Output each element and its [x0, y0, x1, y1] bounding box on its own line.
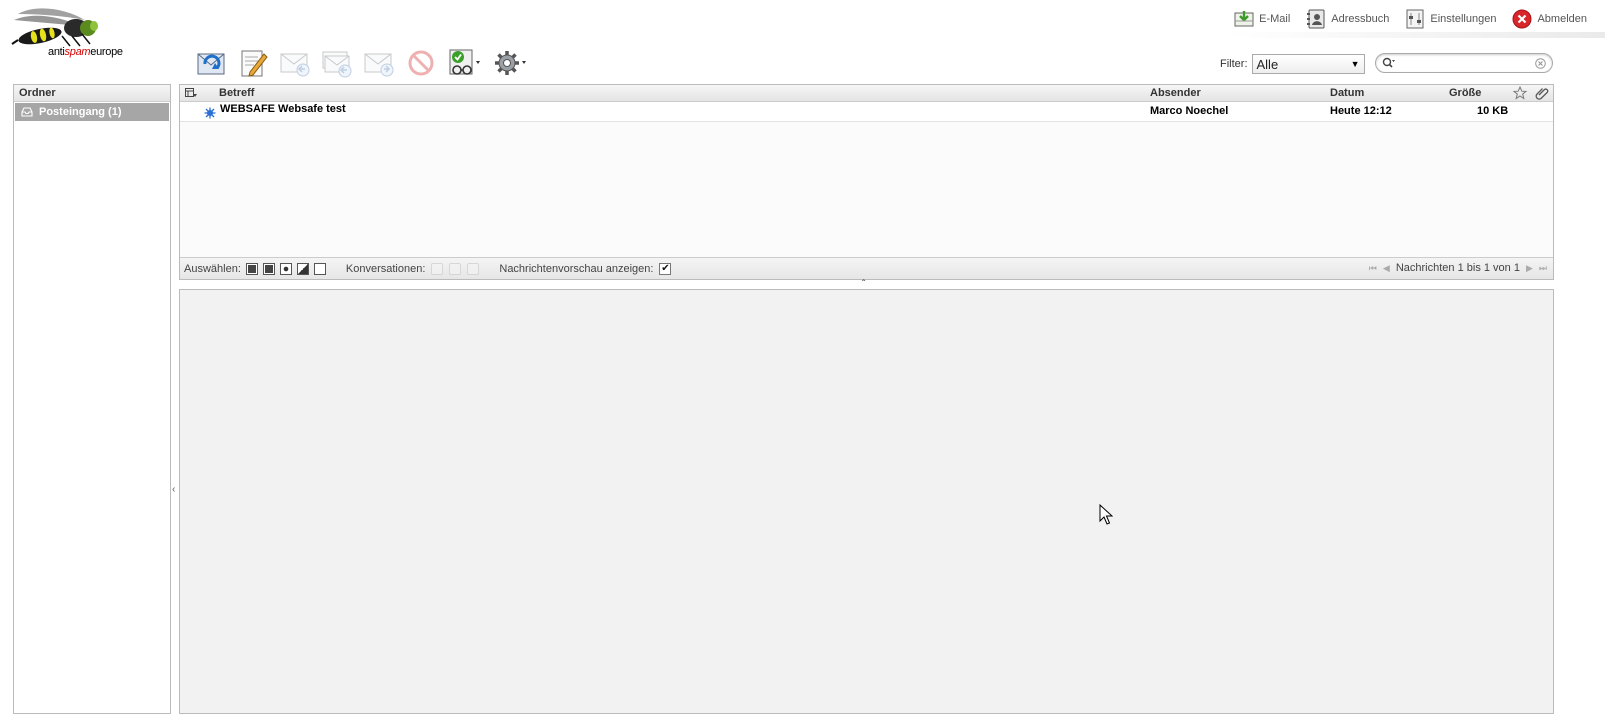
select-unread-button[interactable]: [279, 262, 292, 275]
previous-page-icon[interactable]: ◀: [1383, 263, 1390, 274]
filter-label: Filter:: [1220, 58, 1248, 70]
gear-icon: [495, 51, 526, 75]
nav-addressbook[interactable]: Adressbuch: [1306, 9, 1389, 29]
flag-column-star-icon[interactable]: [1513, 86, 1527, 100]
nav-logout[interactable]: Abmelden: [1512, 9, 1587, 29]
nav-email[interactable]: E-Mail: [1234, 9, 1290, 29]
settings-icon: [1406, 9, 1424, 29]
nav-logout-label: Abmelden: [1537, 13, 1587, 25]
select-none-button[interactable]: [313, 262, 326, 275]
message-list-footer: Auswählen: Konversationen: Nachrichtenvo…: [180, 257, 1553, 279]
message-size: 10 KB: [1477, 105, 1509, 117]
refresh-mail-icon: [197, 53, 225, 75]
next-page-icon[interactable]: ▶: [1526, 263, 1533, 274]
message-date: Heute 12:12: [1330, 105, 1392, 117]
wasp-logo-icon: [11, 8, 98, 47]
message-subject: WEBSAFE Websafe test: [220, 103, 346, 115]
message-preview-pane: [179, 289, 1554, 714]
reply-button[interactable]: [280, 48, 310, 78]
preview-label: Nachrichtenvorschau anzeigen:: [499, 262, 654, 275]
folder-pane: Ordner Posteingang (1): [13, 84, 171, 714]
column-header-subject[interactable]: Betreff: [219, 87, 254, 99]
addressbook-icon: [1307, 9, 1325, 29]
compose-icon: [241, 50, 268, 77]
logo-wordmark: antispameurope: [48, 46, 123, 58]
mark-icon: [449, 49, 480, 75]
search-input[interactable]: [1375, 53, 1553, 73]
logout-icon: [1512, 9, 1532, 29]
search-options-icon[interactable]: [1382, 57, 1396, 69]
filter-selected-value: Alle: [1256, 56, 1279, 72]
select-label: Auswählen:: [184, 262, 241, 275]
more-actions-button[interactable]: [494, 48, 528, 78]
top-navigation: E-Mail Adressbuch Einstellungen Abmelden: [1234, 8, 1587, 30]
unread-star-icon[interactable]: [204, 107, 216, 119]
compose-button[interactable]: [238, 48, 268, 78]
filter-control: Filter: Alle ▼: [1220, 54, 1365, 74]
select-invert-button[interactable]: [296, 262, 309, 275]
reply-all-icon: [322, 51, 352, 78]
nav-settings[interactable]: Einstellungen: [1405, 9, 1496, 29]
first-page-icon[interactable]: ⏮: [1369, 263, 1377, 274]
expand-threads-button[interactable]: [431, 262, 444, 275]
antispam-europe-logo[interactable]: antispameurope: [10, 6, 130, 62]
expand-unread-threads-button[interactable]: [449, 262, 462, 275]
mark-button[interactable]: [448, 48, 482, 78]
email-icon: [1234, 11, 1254, 27]
threads-label: Konversationen:: [345, 262, 426, 275]
nav-addressbook-label: Adressbuch: [1331, 13, 1390, 25]
attachment-column-icon[interactable]: [1535, 86, 1549, 100]
select-page-button[interactable]: [262, 262, 275, 275]
inbox-icon: [21, 107, 33, 117]
message-count: Nachrichten 1 bis 1 von 1: [1395, 262, 1520, 274]
folder-item-label: Posteingang (1): [39, 106, 122, 118]
mouse-cursor-icon: [1099, 504, 1113, 525]
webmail-app: antispameurope E-Mail Adressbuch Einstel…: [0, 0, 1605, 714]
nav-email-label: E-Mail: [1259, 13, 1291, 25]
column-header-size[interactable]: Größe: [1449, 87, 1481, 99]
forward-icon: [364, 53, 394, 77]
collapse-threads-button[interactable]: [467, 262, 480, 275]
forward-button[interactable]: [364, 48, 394, 78]
mail-toolbar: [196, 46, 528, 80]
column-header-sender[interactable]: Absender: [1150, 87, 1201, 99]
folder-pane-resize-handle[interactable]: ‹: [172, 484, 175, 495]
delete-icon: [408, 50, 434, 76]
message-row[interactable]: WEBSAFE Websafe test Marco Noechel Heute…: [180, 102, 1553, 122]
folder-pane-header: Ordner: [14, 85, 170, 102]
last-page-icon[interactable]: ⏭: [1539, 263, 1547, 274]
list-options-icon[interactable]: [185, 88, 197, 98]
message-list-header: Betreff Absender Datum Größe: [180, 85, 1553, 102]
column-header-date[interactable]: Datum: [1330, 87, 1364, 99]
delete-button[interactable]: [406, 48, 436, 78]
select-all-button[interactable]: [245, 262, 258, 275]
filter-select[interactable]: Alle ▼: [1251, 54, 1365, 74]
check-mail-button[interactable]: [196, 48, 226, 78]
folder-item-inbox[interactable]: Posteingang (1): [15, 103, 169, 121]
topnav-divider: [1225, 32, 1605, 38]
reply-icon: [280, 53, 310, 77]
preview-checkbox[interactable]: ✔: [659, 262, 672, 275]
dropdown-arrow-icon: ▼: [1350, 59, 1360, 69]
pagination: ⏮ ◀ Nachrichten 1 bis 1 von 1 ▶ ⏭: [1369, 262, 1547, 274]
nav-settings-label: Einstellungen: [1430, 13, 1497, 25]
reply-all-button[interactable]: [322, 48, 352, 78]
message-list: Betreff Absender Datum Größe WEBSAFE Web…: [179, 84, 1554, 280]
message-sender: Marco Noechel: [1150, 105, 1229, 117]
search-clear-icon[interactable]: [1535, 57, 1546, 69]
